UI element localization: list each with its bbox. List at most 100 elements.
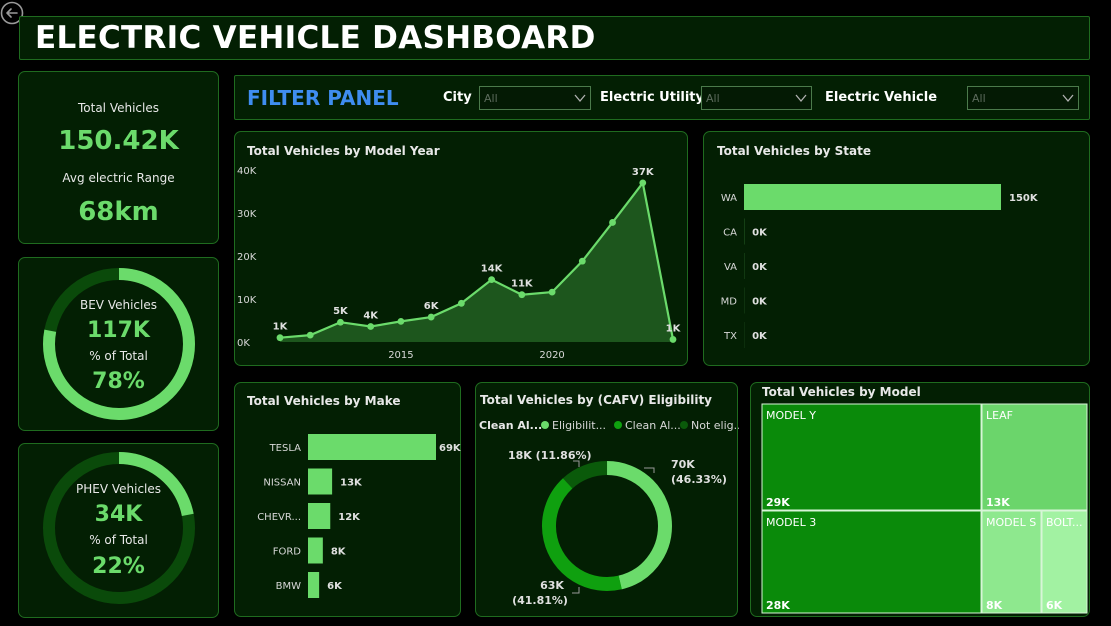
area-fill (280, 182, 673, 342)
tile-name: BOLT... (1046, 516, 1083, 529)
bev-pct-value: 78% (92, 369, 145, 394)
phev-label: PHEV Vehicles (75, 482, 162, 496)
bar (308, 537, 323, 564)
model-treemap: MODEL Y 29K LEAF 13K MODEL 3 28K MODEL S 8K BOLT… (761, 403, 1088, 614)
data-label: 1K (273, 322, 289, 333)
bar (308, 468, 333, 495)
data-label: 69K (439, 443, 462, 454)
utility-filter-dropdown[interactable]: All (701, 86, 812, 110)
tile-name: MODEL 3 (766, 516, 816, 529)
total-vehicles-label: Total Vehicles (77, 101, 159, 115)
data-label: 70K (671, 458, 695, 471)
data-label: 37K (632, 167, 655, 178)
tile-name: MODEL Y (766, 409, 816, 422)
avg-range-label: Avg electric Range (62, 171, 175, 185)
kpi-card-totals: Total Vehicles 150.42K Avg electric Rang… (18, 71, 219, 244)
data-point (578, 257, 586, 265)
y-tick-label: 30K (237, 209, 257, 220)
city-filter-dropdown[interactable]: All (479, 86, 591, 110)
bar (308, 572, 320, 598)
bev-value: 117K (87, 318, 150, 343)
data-label: 1K (666, 323, 682, 334)
data-label: 6K (327, 581, 343, 592)
data-label: 4K (363, 311, 379, 322)
category-label: TX (723, 331, 737, 342)
legend-marker (614, 421, 622, 429)
donut-slice (541, 461, 672, 591)
vehicle-filter-label: Electric Vehicle (825, 90, 938, 105)
tile-value: 13K (986, 496, 1010, 509)
category-label: CA (723, 228, 737, 239)
x-tick-label: 2020 (539, 350, 564, 361)
tile-value: 29K (766, 496, 790, 509)
data-label: 18K (11.86%) (508, 449, 592, 462)
data-point (609, 219, 616, 226)
data-point (276, 334, 284, 342)
utility-filter-label: Electric Utility (600, 90, 704, 105)
y-tick-label: 40K (237, 166, 257, 177)
tile-value: 6K (1046, 599, 1063, 612)
data-label: 0K (752, 262, 768, 273)
data-label: 6K (424, 301, 440, 312)
data-point (639, 179, 647, 187)
data-label: 0K (752, 228, 768, 239)
leader-line (572, 587, 580, 594)
chevron-down-icon (1062, 94, 1074, 103)
tile-value: 8K (986, 599, 1003, 612)
phev-pct-value: 22% (92, 554, 145, 579)
make-chart: TESLA 69K NISSAN 13K CHEVR... 12K FORD 8K BMW 6K (257, 434, 462, 598)
bev-ring-chart (43, 268, 195, 420)
model-year-chart-panel: Total Vehicles by Model Year 0K 10K 20K 30K… (234, 131, 688, 366)
bar (308, 503, 331, 529)
y-tick-label: 10K (237, 295, 257, 306)
data-label: 12K (338, 512, 361, 523)
bev-card: BEV Vehicles 117K % of Total 78% (18, 257, 219, 431)
cafv-chart-panel: Total Vehicles by (CAFV) Eligibility Cle… (475, 382, 739, 617)
leader-line (644, 467, 655, 473)
model-year-chart: 0K 10K 20K 30K 40K 2015 2020 1K 5K 4K 6K 14K 11K 37K 1… (237, 166, 682, 361)
state-chart: WA 150K CA 0K VA 0K MD 0K TX 0K (721, 184, 1039, 348)
category-label: CHEVR... (257, 512, 301, 523)
data-point (397, 317, 405, 325)
x-tick-label: 2015 (388, 350, 413, 361)
legend-marker (680, 421, 688, 429)
category-label: MD (721, 297, 738, 308)
data-label: (46.33%) (671, 473, 727, 486)
tile-name: LEAF (986, 409, 1013, 422)
category-label: WA (721, 193, 737, 204)
y-tick-label: 20K (237, 252, 257, 263)
data-label: (41.81%) (512, 594, 568, 607)
data-label: 14K (481, 264, 504, 275)
filter-panel: FILTER PANEL City All Electric Utility A… (234, 75, 1090, 120)
city-filter-value: All (484, 92, 498, 105)
chevron-down-icon (795, 94, 807, 103)
data-label: 13K (340, 478, 363, 489)
utility-filter-value: All (706, 92, 720, 105)
data-label: 8K (331, 547, 347, 558)
legend-marker (541, 421, 549, 429)
vehicle-filter-dropdown[interactable]: All (967, 86, 1079, 110)
legend-title: Clean Al... (479, 419, 542, 432)
make-chart-panel: Total Vehicles by Make TESLA 69K NISSAN 13K… (234, 382, 462, 617)
data-label: 0K (752, 331, 768, 342)
vehicle-filter-value: All (972, 92, 986, 105)
bar (308, 434, 436, 460)
data-label: 11K (511, 279, 534, 290)
phev-ring-chart (43, 452, 195, 604)
bev-pct-label: % of Total (89, 349, 148, 363)
data-label: 150K (1009, 193, 1039, 204)
state-chart-panel: Total Vehicles by State WA 150K CA 0K VA 0K MD… (703, 131, 1090, 366)
data-label: 63K (540, 579, 564, 592)
dashboard-title: ELECTRIC VEHICLE DASHBOARD (35, 20, 596, 56)
phev-value: 34K (94, 502, 143, 527)
bev-label: BEV Vehicles (79, 298, 157, 312)
model-chart-panel: Total Vehicles by Model MODEL Y 29K LEAF 13… (750, 382, 1090, 617)
data-point (488, 276, 496, 284)
chevron-down-icon (574, 94, 586, 103)
cafv-chart: Clean Al... Eligibilit... Clean Al... Not e… (479, 419, 739, 607)
data-point (367, 323, 375, 330)
category-label: NISSAN (263, 478, 301, 489)
tile-value: 28K (766, 599, 790, 612)
bar (744, 184, 1001, 210)
category-label: TESLA (269, 443, 302, 454)
